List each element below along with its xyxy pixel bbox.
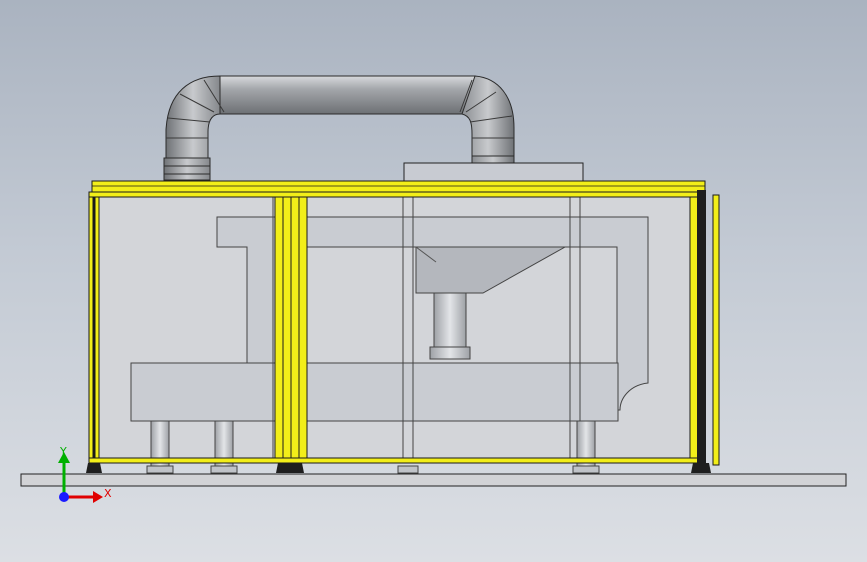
top-hopper-box[interactable] <box>403 162 584 184</box>
side-door-frame[interactable] <box>712 194 720 466</box>
x-axis-label: X <box>104 487 112 500</box>
side-post[interactable] <box>697 190 706 466</box>
base-plate[interactable] <box>20 473 847 487</box>
top-frame-beam[interactable] <box>91 180 706 193</box>
y-axis-label: Y <box>59 445 67 458</box>
z-axis-dot <box>59 492 69 502</box>
cad-viewport[interactable]: Y X <box>0 0 867 562</box>
